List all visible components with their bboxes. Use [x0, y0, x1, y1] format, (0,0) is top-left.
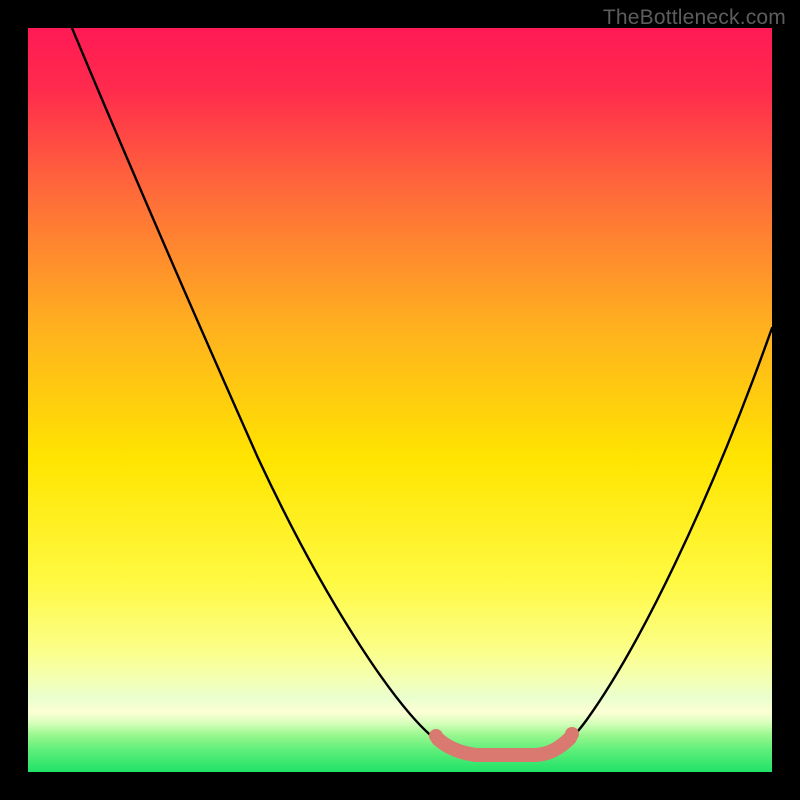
attribution-watermark: TheBottleneck.com: [603, 6, 786, 30]
bottleneck-chart-frame: TheBottleneck.com: [0, 0, 800, 800]
bottleneck-curve: [72, 28, 772, 755]
trough-end-dot-left: [429, 729, 443, 743]
trough-highlight-segment: [438, 738, 570, 755]
bottleneck-curve-svg: [28, 28, 772, 772]
plot-area: [28, 28, 772, 772]
trough-end-dot-right: [565, 727, 579, 741]
